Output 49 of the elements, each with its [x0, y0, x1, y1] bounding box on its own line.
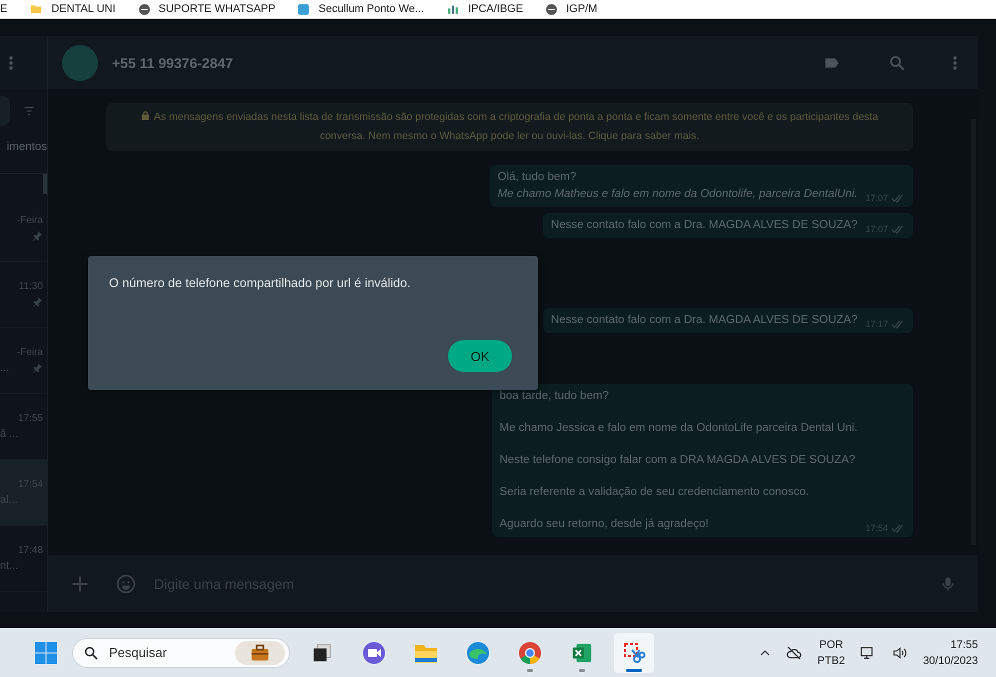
double-check-icon: [891, 194, 905, 202]
message-text: Olá, tudo bem?: [498, 170, 578, 185]
speaker-icon[interactable]: [890, 644, 909, 660]
app-icon: [297, 2, 310, 16]
message-text: Seria referente a validação de seu credenciamento conosco.: [500, 485, 810, 500]
section-label: imentos: [6, 140, 47, 155]
bookmark-link[interactable]: DENTAL UNI: [51, 3, 116, 15]
dialog-message: O número de telefone compartilhado por url é inválido.: [109, 276, 412, 292]
plus-icon[interactable]: [70, 574, 90, 594]
browser-wave-icon: [466, 640, 490, 664]
search-input[interactable]: Pesquisar: [107, 644, 227, 661]
double-check-icon: [891, 320, 905, 328]
chrome-icon: [518, 640, 542, 664]
double-check-icon: [891, 224, 905, 234]
search-field[interactable]: Pesquisar: [72, 638, 290, 668]
bookmark-link[interactable]: E: [0, 3, 8, 15]
briefcase-icon: [249, 642, 271, 662]
scissors-icon: [622, 640, 646, 664]
emoji-icon[interactable]: [116, 574, 136, 594]
clock[interactable]: 17:55 30/10/2023: [922, 636, 978, 668]
ok-button[interactable]: OK: [448, 340, 512, 372]
message-text: Me chamo Matheus e falo em nome da Odontolife, parceira DentalUni.: [498, 187, 858, 202]
windows-logo-icon[interactable]: [34, 640, 58, 664]
contact-name: +55 11 99376-2847: [112, 54, 234, 70]
message-text: boa tarde, tudo bem?: [500, 389, 610, 404]
message-text: Aguardo seu retorno, desde já agradeço!: [500, 517, 710, 532]
bookmark-link[interactable]: IGP/M: [566, 3, 598, 15]
bookmark-link[interactable]: Secullum Ponto We...: [318, 3, 424, 15]
message-text: Nesse contato falo com a Dra. MAGDA ALVES DE SOUZA?: [550, 313, 858, 328]
avatar[interactable]: [62, 44, 98, 80]
folder-icon: [29, 3, 44, 15]
filter-icon[interactable]: [22, 105, 36, 117]
message-text: Nesse contato falo com a Dra. MAGDA ALVES DE SOUZA?: [550, 218, 858, 233]
double-check-icon: [891, 524, 905, 532]
message-text: Me chamo Jessica e falo em nome da OdontoLife parceira Dental Uni.: [500, 421, 858, 436]
language-indicator[interactable]: POR PTB2: [817, 636, 845, 668]
menu-icon[interactable]: [8, 54, 14, 70]
message-text: Neste telefone consigo falar com a DRA MAGDA ALVES DE SOUZA?: [500, 453, 856, 468]
spreadsheet-icon: [571, 642, 593, 664]
lock-icon: [140, 111, 150, 120]
menu-icon[interactable]: [952, 54, 958, 70]
windows-stack-icon: [311, 642, 333, 664]
search-icon[interactable]: [888, 54, 906, 72]
bookmark-link[interactable]: SUPORTE WHATSAPP: [158, 3, 276, 15]
cloud-off-icon[interactable]: [785, 644, 804, 660]
video-chat-icon: [362, 640, 386, 664]
search-icon: [83, 644, 99, 660]
chart-icon: [446, 2, 460, 16]
bookmark-link[interactable]: IPCA/IBGE: [468, 3, 524, 15]
